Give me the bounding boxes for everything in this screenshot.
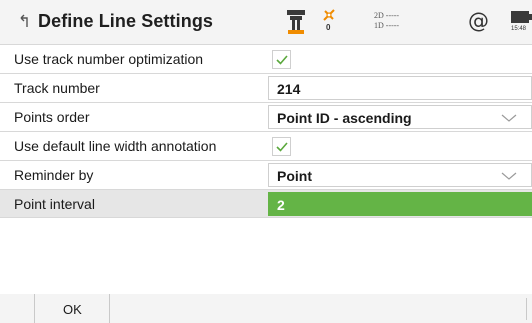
points-order-dropdown[interactable]: Point ID - ascending: [268, 105, 532, 129]
track-number-input[interactable]: 214: [268, 76, 532, 100]
precision-2d: 2D -----: [374, 11, 400, 20]
setting-row-track-optimization: Use track number optimization: [0, 44, 532, 73]
setting-row-track-number: Track number 214: [0, 73, 532, 102]
title-bar: Define Line Settings 0 2D ----- 1D -----…: [0, 0, 532, 44]
chevron-down-icon: [501, 172, 517, 180]
setting-row-line-width-annotation: Use default line width annotation: [0, 131, 532, 160]
clock: 15:48: [511, 26, 527, 32]
satellite-icon[interactable]: [322, 8, 336, 22]
chevron-down-icon: [501, 114, 517, 122]
check-icon: [276, 55, 288, 65]
field-value: 2: [277, 197, 285, 213]
battery-icon[interactable]: [510, 9, 532, 25]
setting-label: Reminder by: [14, 167, 94, 183]
field-value: 214: [277, 81, 301, 97]
soft-key-bar: OK: [0, 294, 532, 323]
setting-row-points-order: Points order Point ID - ascending: [0, 102, 532, 131]
setting-row-point-interval: Point interval 2: [0, 189, 532, 218]
back-icon[interactable]: [18, 13, 32, 29]
field-value: Point: [277, 168, 312, 184]
check-icon: [276, 142, 288, 152]
setting-label: Use track number optimization: [14, 51, 204, 67]
setting-label: Track number: [14, 80, 100, 96]
setting-label: Use default line width annotation: [14, 138, 217, 154]
page-title: Define Line Settings: [38, 11, 214, 31]
field-value: Point ID - ascending: [277, 110, 412, 126]
setting-label: Points order: [14, 109, 90, 125]
satellite-count: 0: [326, 23, 331, 32]
track-optimization-checkbox[interactable]: [272, 50, 291, 69]
setting-label: Point interval: [14, 196, 95, 212]
reminder-by-dropdown[interactable]: Point: [268, 163, 532, 187]
setting-row-reminder-by: Reminder by Point: [0, 160, 532, 189]
precision-1d: 1D -----: [374, 21, 400, 30]
ok-label: OK: [63, 302, 82, 317]
ok-button[interactable]: OK: [34, 294, 110, 323]
point-interval-input[interactable]: 2: [268, 192, 532, 216]
soft-key-divider: [526, 298, 527, 320]
line-width-annotation-checkbox[interactable]: [272, 137, 291, 156]
rover-icon[interactable]: [286, 9, 306, 35]
at-icon[interactable]: @: [468, 9, 489, 33]
